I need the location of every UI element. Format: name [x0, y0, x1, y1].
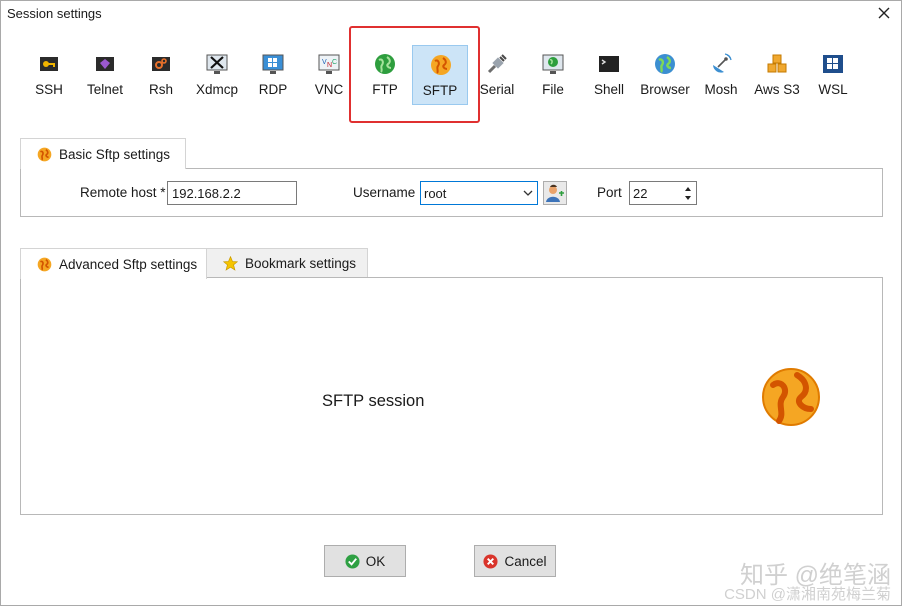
username-value: root: [424, 186, 447, 201]
session-type-telnet[interactable]: Telnet: [77, 45, 133, 105]
window-title: Session settings: [7, 6, 102, 21]
browser-globe-icon: [655, 54, 675, 74]
session-type-serial[interactable]: Serial: [469, 45, 525, 105]
x-display-icon: [206, 54, 228, 74]
session-type-shell[interactable]: Shell: [581, 45, 637, 105]
cancel-button[interactable]: Cancel: [474, 545, 556, 577]
session-type-xdmcp[interactable]: Xdmcp: [189, 45, 245, 105]
username-combobox[interactable]: root: [420, 181, 538, 205]
gears-icon: [152, 57, 170, 71]
session-type-label: Serial: [479, 82, 515, 97]
port-label: Port: [597, 185, 622, 200]
cubes-icon: [767, 54, 787, 73]
cancel-icon: [483, 553, 499, 569]
tab-bookmark-settings[interactable]: Bookmark settings: [206, 248, 368, 278]
ok-button[interactable]: OK: [324, 545, 406, 577]
session-type-label: RDP: [258, 82, 288, 97]
arrow-up-icon[interactable]: [683, 184, 693, 193]
session-description: SFTP session: [322, 392, 425, 410]
orange-globe-icon: [37, 147, 52, 161]
session-type-aws-s3[interactable]: Aws S3: [749, 45, 805, 105]
session-type-rdp[interactable]: RDP: [245, 45, 301, 105]
session-type-toolbar: SSH Telnet Rsh Xdmcp RDP VNC VNC FTP SFT…: [21, 45, 881, 107]
chevron-down-icon[interactable]: [523, 188, 533, 198]
title-bar: Session settings: [1, 1, 901, 27]
session-type-label: Telnet: [86, 82, 124, 97]
terminal-icon: [599, 56, 619, 72]
watermark-csdn: CSDN @潇湘南苑梅兰菊: [724, 586, 891, 603]
username-label: Username: [353, 185, 416, 200]
arrow-down-icon[interactable]: [683, 194, 693, 203]
session-type-mosh[interactable]: Mosh: [693, 45, 749, 105]
tab-label: Advanced Sftp settings: [59, 256, 198, 272]
check-icon: [345, 553, 360, 569]
session-type-wsl[interactable]: WSL: [805, 45, 861, 105]
session-type-label: Rsh: [148, 82, 173, 97]
orange-globe-icon: [431, 55, 451, 75]
tab-advanced-sftp-settings[interactable]: Advanced Sftp settings: [20, 248, 207, 279]
port-value: 22: [633, 186, 648, 201]
tab-label: Basic Sftp settings: [59, 146, 171, 162]
tab-basic-sftp-settings[interactable]: Basic Sftp settings: [20, 138, 186, 169]
vnc-monitor-icon: VNC: [318, 54, 340, 74]
ok-label: OK: [365, 553, 386, 569]
tab-label: Bookmark settings: [245, 256, 357, 271]
session-type-label: VNC: [314, 82, 344, 97]
remote-host-label: Remote host *: [80, 185, 166, 200]
session-type-sftp[interactable]: SFTP: [412, 45, 468, 105]
session-type-ssh[interactable]: SSH: [21, 45, 77, 105]
session-type-label: Aws S3: [754, 82, 800, 97]
remote-host-input[interactable]: [167, 181, 297, 205]
close-icon[interactable]: [875, 4, 893, 22]
session-type-vnc[interactable]: VNC VNC: [301, 45, 357, 105]
select-user-button[interactable]: [543, 181, 567, 205]
session-type-label: SSH: [35, 82, 63, 97]
file-monitor-icon: [542, 54, 564, 74]
session-type-label: Mosh: [704, 82, 738, 97]
session-type-label: File: [542, 82, 564, 97]
session-type-label: Xdmcp: [195, 82, 239, 97]
wsl-windows-icon: [823, 55, 843, 73]
session-type-file[interactable]: File: [525, 45, 581, 105]
session-type-label: FTP: [372, 82, 398, 97]
session-type-ftp[interactable]: FTP: [357, 45, 413, 105]
session-type-label: Shell: [593, 82, 625, 97]
svg-text:C: C: [332, 59, 337, 66]
session-type-rsh[interactable]: Rsh: [133, 45, 189, 105]
session-type-label: WSL: [818, 82, 848, 97]
session-type-label: SFTP: [422, 83, 458, 98]
gem-icon: [96, 57, 114, 71]
user-icon: [546, 184, 564, 202]
session-settings-window: Session settings SSH Telnet Rsh Xdmcp RD…: [0, 0, 902, 606]
satellite-icon: [713, 53, 732, 73]
port-spinbox[interactable]: 22: [629, 181, 697, 205]
star-icon: [223, 256, 238, 271]
serial-plug-icon: [487, 54, 507, 74]
session-type-browser[interactable]: Browser: [637, 45, 693, 105]
cancel-label: Cancel: [504, 553, 547, 569]
windows-monitor-icon: [262, 54, 284, 74]
session-type-label: Browser: [640, 82, 690, 97]
key-icon: [40, 57, 58, 71]
green-globe-icon: [375, 54, 395, 74]
basic-settings-panel: Remote host * Username root Port 22: [20, 168, 883, 217]
sftp-globe-icon: [762, 368, 820, 426]
orange-globe-icon: [37, 257, 52, 271]
advanced-settings-panel: SFTP session: [20, 277, 883, 515]
